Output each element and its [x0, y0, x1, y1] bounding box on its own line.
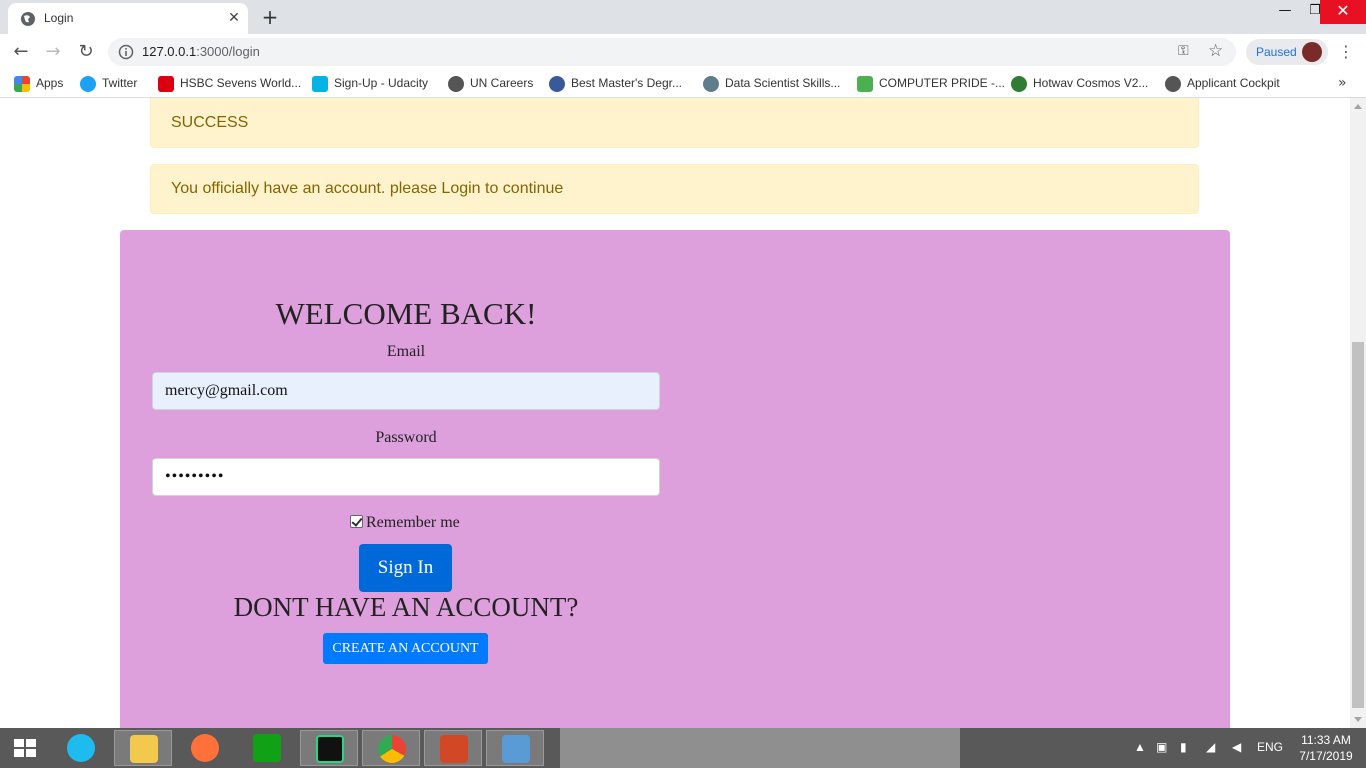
bookmark-applicant-cockpit[interactable]: Applicant Cockpit [1165, 76, 1280, 92]
back-button[interactable]: ← [10, 41, 32, 63]
avatar [1302, 42, 1322, 62]
windows-taskbar: ▲ ▣ ▮ ◢ ◀ ENG 11:33 AM 7/17/2019 [0, 728, 1366, 768]
taskbar-background-art [560, 728, 960, 768]
menu-icon[interactable]: ⋮ [1338, 42, 1354, 61]
scroll-up-icon[interactable] [1354, 104, 1362, 109]
globe-icon [1165, 76, 1181, 92]
url-path: :3000/login [196, 44, 260, 59]
clock-time: 11:33 AM [1301, 733, 1351, 747]
bookmark-un-careers[interactable]: UN Careers [448, 76, 533, 92]
clock-date: 7/17/2019 [1299, 749, 1353, 763]
key-icon[interactable]: ⚿ [1178, 43, 1189, 59]
site-info-icon[interactable] [118, 44, 134, 60]
url-text: 127.0.0.1:3000/login [142, 44, 260, 59]
chrome-taskbar-icon[interactable] [362, 730, 420, 766]
password-field[interactable]: ••••••••• [152, 458, 660, 496]
site-icon [857, 76, 873, 92]
profile-button[interactable]: Paused [1246, 39, 1328, 65]
bookmark-label: Applicant Cockpit [1187, 76, 1280, 91]
bookmark-label: Apps [36, 76, 64, 91]
gear-icon [703, 76, 719, 92]
bookmark-udacity[interactable]: Sign-Up - Udacity [312, 76, 428, 92]
bookmark-star-icon[interactable]: ☆ [1208, 41, 1223, 61]
url-host: 127.0.0.1 [142, 44, 197, 59]
twitter-icon [80, 76, 96, 92]
tab-title: Login [44, 11, 74, 25]
account-created-alert: You officially have an account. please L… [150, 164, 1199, 214]
apps-grid-icon [14, 76, 30, 92]
bookmark-computer-pride[interactable]: COMPUTER PRIDE -... [857, 76, 1005, 92]
page-scrollbar[interactable] [1350, 98, 1366, 728]
bookmark-label: Hotwav Cosmos V2... [1033, 76, 1149, 91]
language-indicator[interactable]: ENG [1257, 740, 1283, 754]
photos-taskbar-icon[interactable] [486, 730, 544, 766]
bookmark-label: Data Scientist Skills... [725, 76, 841, 91]
address-bar[interactable]: 127.0.0.1:3000/login ⚿ ☆ [108, 38, 1236, 66]
bookmark-masters[interactable]: Best Master's Degr... [549, 76, 682, 92]
close-window-button[interactable]: ✕ [1320, 0, 1366, 24]
bookmark-label: UN Careers [470, 76, 534, 91]
tab-login[interactable]: Login ✕ [8, 3, 248, 34]
login-card: WELCOME BACK! Email mercy@gmail.com Pass… [120, 230, 1230, 728]
bookmark-hsbc[interactable]: HSBC Sevens World... [158, 76, 301, 92]
more-bookmarks-icon[interactable]: » [1338, 75, 1347, 91]
close-tab-icon[interactable]: ✕ [226, 10, 242, 26]
site-icon [1011, 76, 1027, 92]
bookmark-hotwav[interactable]: Hotwav Cosmos V2... [1011, 76, 1148, 92]
create-account-button[interactable]: CREATE AN ACCOUNT [323, 633, 488, 664]
no-account-heading: DONT HAVE AN ACCOUNT? [233, 592, 579, 622]
globe-icon [448, 76, 464, 92]
file-explorer-taskbar-icon[interactable] [114, 730, 172, 766]
bookmark-label: Twitter [102, 76, 138, 91]
bookmark-label: COMPUTER PRIDE -... [879, 76, 1006, 91]
scroll-down-icon[interactable] [1354, 717, 1362, 722]
bookmark-data-scientist[interactable]: Data Scientist Skills... [703, 76, 840, 92]
browser-toolbar: ← → ↻ 127.0.0.1:3000/login ⚿ ☆ Paused ⋮ [0, 34, 1366, 70]
volume-icon[interactable]: ◀ [1232, 740, 1241, 754]
bookmark-label: Sign-Up - Udacity [334, 76, 429, 91]
email-label: Email [386, 343, 426, 360]
battery-icon[interactable]: ▮ [1180, 740, 1187, 754]
scrollbar-thumb[interactable] [1352, 342, 1364, 708]
bookmark-twitter[interactable]: Twitter [80, 76, 137, 92]
remember-me[interactable]: Remember me [350, 514, 460, 532]
hsbc-icon [158, 76, 174, 92]
network-icon[interactable]: ▣ [1156, 740, 1167, 754]
bookmark-apps[interactable]: Apps [14, 76, 63, 92]
reload-button[interactable]: ↻ [75, 41, 97, 63]
store-taskbar-icon[interactable] [238, 730, 296, 766]
email-field[interactable]: mercy@gmail.com [152, 372, 660, 410]
taskbar-clock[interactable]: 11:33 AM 7/17/2019 [1290, 732, 1362, 764]
page-viewport: SUCCESS You officially have an account. … [0, 98, 1350, 728]
pycharm-taskbar-icon[interactable] [300, 730, 358, 766]
bookmark-label: Best Master's Degr... [571, 76, 682, 91]
show-hidden-icons[interactable]: ▲ [1134, 740, 1146, 754]
forward-button[interactable]: → [42, 41, 64, 63]
wifi-icon[interactable]: ◢ [1206, 740, 1215, 754]
new-tab-button[interactable]: + [258, 6, 282, 30]
password-label: Password [375, 429, 437, 446]
browser-tab-strip: Login ✕ + — ❐ ✕ [0, 0, 1366, 34]
remember-checkbox[interactable] [350, 515, 363, 528]
remember-label: Remember me [366, 514, 460, 531]
firefox-taskbar-icon[interactable] [176, 730, 234, 766]
internet-explorer-taskbar-icon[interactable] [52, 730, 110, 766]
globe-icon [21, 12, 35, 26]
udacity-icon [312, 76, 328, 92]
powerpoint-taskbar-icon[interactable] [424, 730, 482, 766]
bookmarks-bar: Apps Twitter HSBC Sevens World... Sign-U… [0, 70, 1366, 98]
site-icon [549, 76, 565, 92]
welcome-heading: WELCOME BACK! [275, 296, 537, 331]
sign-in-button[interactable]: Sign In [359, 544, 452, 592]
profile-status: Paused [1256, 45, 1297, 59]
bookmark-label: HSBC Sevens World... [180, 76, 302, 91]
success-alert: SUCCESS [150, 98, 1199, 148]
windows-start-icon[interactable] [10, 738, 40, 758]
